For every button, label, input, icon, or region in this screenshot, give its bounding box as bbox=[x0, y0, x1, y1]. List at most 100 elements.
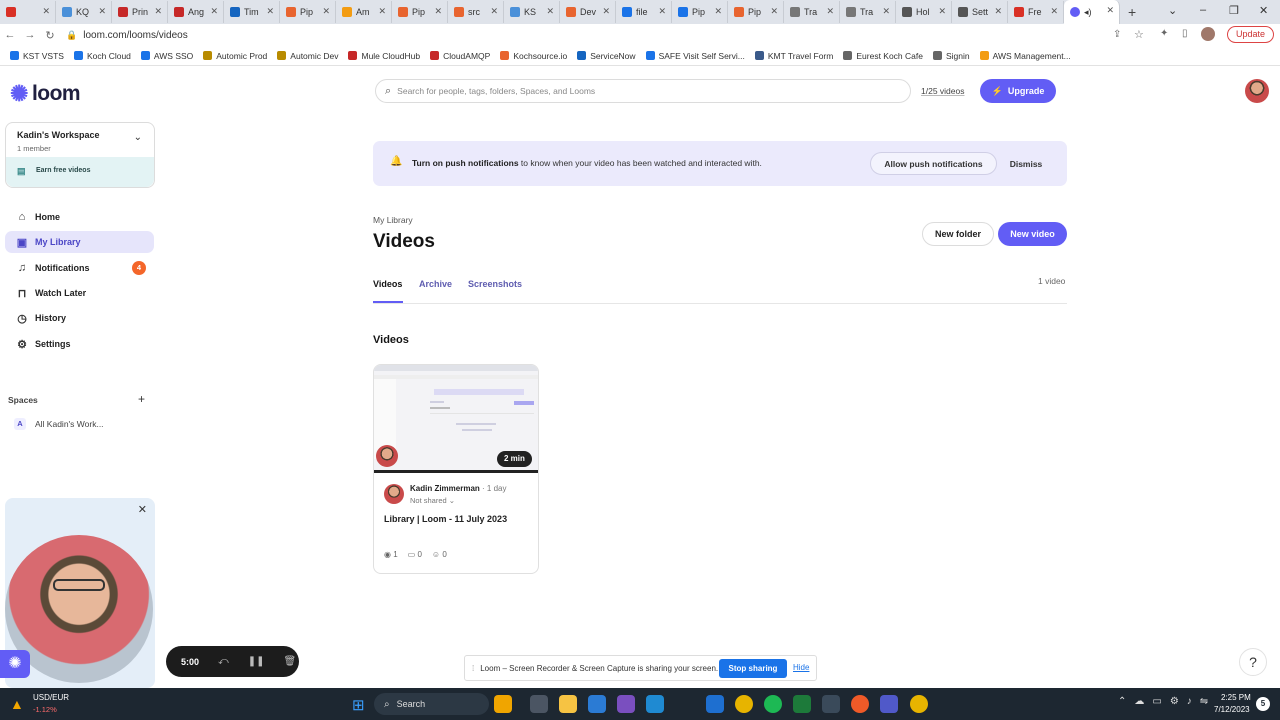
chrome-icon[interactable] bbox=[735, 695, 753, 713]
teams-icon[interactable] bbox=[880, 695, 898, 713]
new-video-button[interactable]: New video bbox=[998, 222, 1067, 246]
update-button[interactable]: Update bbox=[1226, 26, 1274, 43]
close-icon[interactable]: ✕ bbox=[1106, 5, 1114, 16]
visual-studio-icon[interactable] bbox=[617, 695, 635, 713]
windows-start-icon[interactable]: ⊞ bbox=[352, 696, 365, 714]
bookmark-item[interactable]: Signin bbox=[932, 51, 970, 61]
taskbar-app-icon[interactable] bbox=[588, 695, 606, 713]
video-quota[interactable]: 1/25 videos bbox=[921, 86, 964, 96]
outlook-icon[interactable] bbox=[706, 695, 724, 713]
tab-videos[interactable]: Videos bbox=[373, 279, 402, 289]
browser-tab[interactable]: KQ ✕ bbox=[56, 1, 112, 23]
bookmark-item[interactable]: Automic Dev bbox=[277, 51, 338, 61]
bookmark-item[interactable]: KMT Travel Form bbox=[754, 51, 833, 61]
bookmark-item[interactable]: AWS SSO bbox=[140, 51, 193, 61]
allow-push-button[interactable]: Allow push notifications bbox=[870, 152, 997, 175]
close-icon[interactable]: ✕ bbox=[714, 6, 722, 17]
browser-tab[interactable]: KS ✕ bbox=[504, 1, 560, 23]
earn-free-videos-button[interactable]: ▤ Earn free videos bbox=[6, 157, 154, 187]
bookmark-item[interactable]: CloudAMQP bbox=[430, 51, 490, 61]
nav-history[interactable]: ◷ History bbox=[5, 307, 154, 329]
browser-tab[interactable]: file ✕ bbox=[616, 1, 672, 23]
share-icon[interactable]: ⇪ bbox=[1113, 29, 1121, 40]
nav-notifications[interactable]: ♫ Notifications 4 bbox=[5, 257, 154, 279]
browser-tab[interactable]: Pip ✕ bbox=[392, 1, 448, 23]
loom-recorder-icon[interactable]: ✺ bbox=[0, 650, 30, 678]
browser-tab[interactable]: Dev ✕ bbox=[560, 1, 616, 23]
nav-my-library[interactable]: ▣ My Library bbox=[5, 231, 154, 253]
restore-icon[interactable]: ❐ bbox=[1229, 4, 1239, 17]
close-icon[interactable]: ✕ bbox=[882, 6, 890, 17]
nav-settings[interactable]: ⚙ Settings bbox=[5, 333, 154, 355]
close-icon[interactable]: ✕ bbox=[434, 6, 442, 17]
close-icon[interactable]: ✕ bbox=[98, 6, 106, 17]
nav-watch-later[interactable]: ⊓ Watch Later bbox=[5, 282, 154, 304]
chrome-icon[interactable] bbox=[910, 695, 928, 713]
taskbar-app-icon[interactable] bbox=[822, 695, 840, 713]
close-icon[interactable]: ✕ bbox=[938, 6, 946, 17]
close-icon[interactable]: ✕ bbox=[266, 6, 274, 17]
help-button[interactable]: ? bbox=[1239, 648, 1267, 676]
browser-tab[interactable]: ✕ bbox=[0, 1, 56, 23]
bookmark-item[interactable]: AWS Management... bbox=[979, 51, 1071, 61]
browser-tab-active[interactable]: ◂) ✕ bbox=[1064, 0, 1120, 24]
close-icon[interactable]: ✕ bbox=[490, 6, 498, 17]
browser-tab[interactable]: Hol ✕ bbox=[896, 1, 952, 23]
sidepanel-icon[interactable]: ▯ bbox=[1182, 28, 1188, 39]
video-card[interactable]: 2 min Kadin Zimmerman · 1 day Not shared… bbox=[373, 364, 539, 574]
browser-tab[interactable]: Tra ✕ bbox=[840, 1, 896, 23]
browser-tab[interactable]: Ang ✕ bbox=[168, 1, 224, 23]
bookmark-item[interactable]: KST VSTS bbox=[10, 51, 64, 61]
taskbar-app-icon[interactable] bbox=[851, 695, 869, 713]
drag-handle-icon[interactable]: ⁞ bbox=[472, 664, 474, 673]
browser-tab[interactable]: Tim ✕ bbox=[224, 1, 280, 23]
back-icon[interactable]: ← bbox=[0, 29, 20, 41]
tab-search-icon[interactable]: ⌄ bbox=[1168, 4, 1177, 17]
browser-tab[interactable]: src ✕ bbox=[448, 1, 504, 23]
browser-tab[interactable]: Pip ✕ bbox=[280, 1, 336, 23]
close-icon[interactable]: ✕ bbox=[770, 6, 778, 17]
minimize-icon[interactable]: – bbox=[1200, 4, 1206, 16]
spotify-icon[interactable] bbox=[764, 695, 782, 713]
window-close-icon[interactable]: ✕ bbox=[1259, 4, 1268, 17]
close-icon[interactable]: ✕ bbox=[1050, 6, 1058, 17]
tab-screenshots[interactable]: Screenshots bbox=[468, 279, 522, 289]
close-icon[interactable]: ✕ bbox=[210, 6, 218, 17]
breadcrumb[interactable]: My Library bbox=[373, 215, 413, 225]
loom-logo[interactable]: ✺ loom bbox=[10, 81, 81, 107]
search-input[interactable]: Search for people, tags, folders, Spaces… bbox=[397, 86, 595, 96]
sharing-status[interactable]: Not shared ⌄ bbox=[410, 496, 455, 505]
reload-icon[interactable]: ↻ bbox=[40, 29, 60, 42]
vscode-icon[interactable] bbox=[646, 695, 664, 713]
taskbar-app-icon[interactable] bbox=[530, 695, 548, 713]
browser-tab[interactable]: Sett ✕ bbox=[952, 1, 1008, 23]
folder-icon[interactable] bbox=[559, 695, 577, 713]
user-avatar[interactable] bbox=[1245, 79, 1269, 103]
taskbar-search[interactable]: ⌕ Search bbox=[374, 693, 489, 715]
upgrade-button[interactable]: ⚡ Upgrade bbox=[980, 79, 1056, 103]
close-icon[interactable]: ✕ bbox=[658, 6, 666, 17]
add-space-icon[interactable]: + bbox=[138, 392, 145, 406]
video-title[interactable]: Library | Loom - 11 July 2023 bbox=[384, 514, 507, 524]
close-icon[interactable]: ✕ bbox=[602, 6, 610, 17]
browser-tab[interactable]: Pip ✕ bbox=[672, 1, 728, 23]
market-widget-icon[interactable]: ▲ bbox=[10, 696, 24, 712]
nav-home[interactable]: ⌂ Home bbox=[5, 206, 154, 228]
bookmark-item[interactable]: Mule CloudHub bbox=[348, 51, 420, 61]
bookmark-item[interactable]: Automic Prod bbox=[203, 51, 267, 61]
close-icon[interactable]: ✕ bbox=[42, 6, 50, 17]
extensions-icon[interactable]: ✦ bbox=[1160, 28, 1168, 39]
stop-sharing-button[interactable]: Stop sharing bbox=[719, 659, 787, 678]
close-icon[interactable]: ✕ bbox=[138, 503, 147, 516]
hide-link[interactable]: Hide bbox=[793, 663, 809, 672]
system-tray-icons[interactable]: ⌃☁▭⚙♪⇋ bbox=[1118, 696, 1216, 707]
workspace-switcher[interactable]: Kadin's Workspace 1 member ⌄ ▤ Earn free… bbox=[5, 122, 155, 188]
taskbar-app-icon[interactable] bbox=[494, 695, 512, 713]
tab-archive[interactable]: Archive bbox=[419, 279, 452, 289]
close-icon[interactable]: ✕ bbox=[322, 6, 330, 17]
close-icon[interactable]: ✕ bbox=[154, 6, 162, 17]
space-item[interactable]: A All Kadin's Work... bbox=[14, 418, 104, 430]
close-icon[interactable]: ✕ bbox=[546, 6, 554, 17]
notification-count[interactable]: 5 bbox=[1256, 697, 1270, 711]
dismiss-button[interactable]: Dismiss bbox=[1003, 152, 1049, 175]
